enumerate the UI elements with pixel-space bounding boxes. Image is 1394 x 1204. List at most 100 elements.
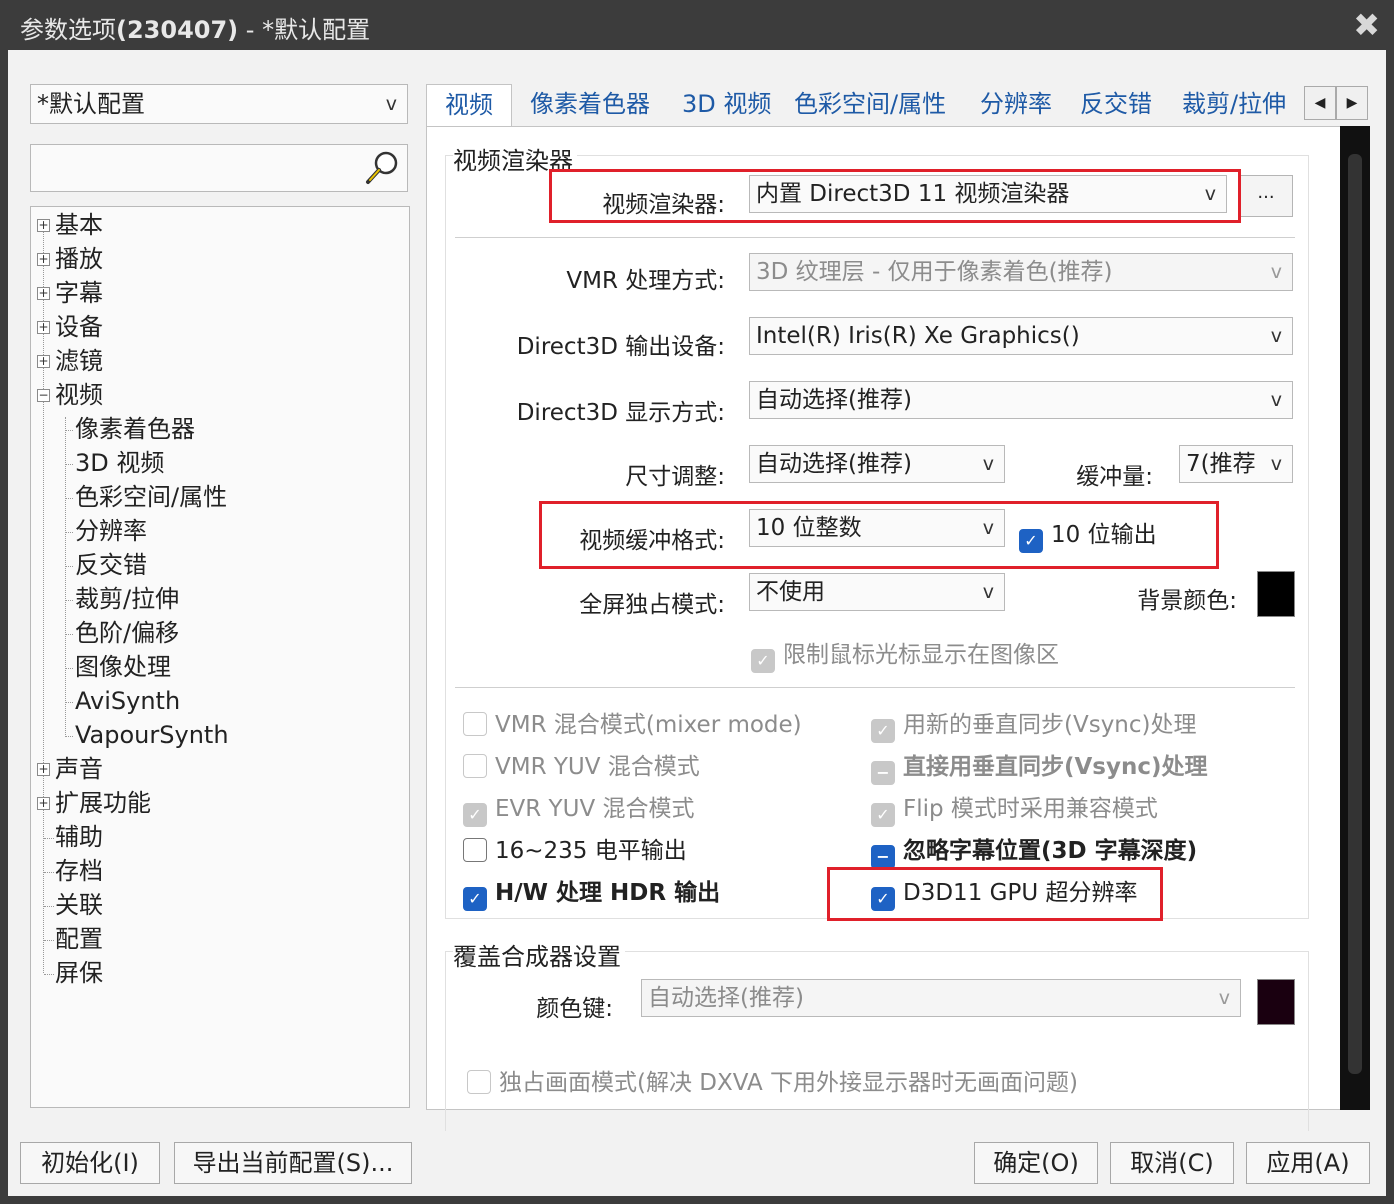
cancel-button[interactable]: 取消(C) <box>1110 1142 1234 1184</box>
option-checkbox[interactable]: VMR YUV 混合模式 <box>463 753 700 781</box>
tree-connector <box>44 974 54 975</box>
d3d-display-select[interactable]: 自动选择(推荐) v <box>749 381 1293 419</box>
highlight-box-buffer-format <box>539 501 1219 569</box>
tab-deinterlace[interactable]: 反交错 <box>1080 84 1152 128</box>
tab-pixel-shader[interactable]: 像素着色器 <box>530 84 650 128</box>
option-checkbox[interactable]: ✓ 用新的垂直同步(Vsync)处理 <box>871 711 1197 743</box>
colorkey-color-swatch[interactable] <box>1257 979 1295 1025</box>
option-label: 16~235 电平输出 <box>495 838 687 864</box>
overlay-group-title: 覆盖合成器设置 <box>453 937 625 972</box>
ok-button[interactable]: 确定(O) <box>974 1142 1098 1184</box>
tab-scroll-left-icon[interactable]: ◀ <box>1304 86 1336 120</box>
tree-item[interactable]: 滤镜 <box>55 346 103 376</box>
expand-icon[interactable]: + <box>37 797 50 810</box>
tree-connector <box>65 634 73 635</box>
vmr-mode-select[interactable]: 3D 纹理层 - 仅用于像素着色(推荐) v <box>749 253 1293 291</box>
vertical-scrollbar[interactable] <box>1340 126 1370 1110</box>
tree-item[interactable]: 设备 <box>55 312 103 342</box>
search-input[interactable] <box>30 144 408 192</box>
tree-item-label: 分辨率 <box>75 517 147 545</box>
checkbox-checked-icon: ✓ <box>463 887 487 911</box>
tree-item[interactable]: 图像处理 <box>75 652 171 682</box>
expand-icon[interactable]: + <box>37 219 50 232</box>
resize-select[interactable]: 自动选择(推荐) v <box>749 445 1005 483</box>
chevron-down-icon: v <box>982 453 994 475</box>
tree-item[interactable]: 像素着色器 <box>75 414 195 444</box>
option-checkbox[interactable]: ✓ H/W 处理 HDR 输出 <box>463 879 720 911</box>
tree-item[interactable]: 扩展功能 <box>55 788 151 818</box>
tree-item[interactable]: 裁剪/拉伸 <box>75 584 179 614</box>
tree-item[interactable]: 关联 <box>55 890 103 920</box>
tab-video[interactable]: 视频 <box>426 84 512 130</box>
tab-resolution[interactable]: 分辨率 <box>980 84 1052 128</box>
expand-icon[interactable]: + <box>37 355 50 368</box>
tree-item[interactable]: 视频 <box>55 380 103 410</box>
tree-item[interactable]: VapourSynth <box>75 720 229 750</box>
tree-item[interactable]: AviSynth <box>75 686 180 716</box>
tree-item-label: 关联 <box>55 891 103 919</box>
expand-icon[interactable]: + <box>37 321 50 334</box>
fullscreen-mode-select[interactable]: 不使用 v <box>749 573 1005 611</box>
tree-item[interactable]: 屏保 <box>55 958 103 988</box>
expand-icon[interactable]: + <box>37 287 50 300</box>
background-color-swatch[interactable] <box>1257 571 1295 617</box>
option-checkbox[interactable]: − 直接用垂直同步(Vsync)处理 <box>871 753 1208 785</box>
checkbox-unchecked-icon <box>463 754 487 778</box>
vmr-mode-label: VMR 处理方式: <box>566 268 725 294</box>
search-icon[interactable] <box>363 149 401 187</box>
tree-item[interactable]: 分辨率 <box>75 516 147 546</box>
tree-item-label: 扩展功能 <box>55 789 151 817</box>
expand-icon[interactable]: + <box>37 763 50 776</box>
tree-item[interactable]: 声音 <box>55 754 103 784</box>
apply-button[interactable]: 应用(A) <box>1246 1142 1370 1184</box>
buffer-select[interactable]: 7(推荐 v <box>1179 445 1293 483</box>
overlay-groupbox <box>445 951 1309 1131</box>
collapse-icon[interactable]: − <box>37 389 50 402</box>
background-color-label: 背景颜色: <box>1137 588 1237 614</box>
colorkey-select[interactable]: 自动选择(推荐) v <box>641 979 1241 1017</box>
tree-connector <box>65 566 73 567</box>
limit-cursor-checkbox[interactable]: ✓ 限制鼠标光标显示在图像区 <box>751 641 1059 673</box>
d3d-device-select[interactable]: Intel(R) Iris(R) Xe Graphics() v <box>749 317 1293 355</box>
tree-connector <box>44 838 54 839</box>
option-checkbox[interactable]: 16~235 电平输出 <box>463 837 687 865</box>
renderer-settings-button[interactable]: ... <box>1239 175 1293 217</box>
tree-item[interactable]: 色阶/偏移 <box>75 618 179 648</box>
tree-item[interactable]: 色彩空间/属性 <box>75 482 227 512</box>
option-label: Flip 模式时采用兼容模式 <box>903 796 1158 822</box>
tree-item[interactable]: 反交错 <box>75 550 147 580</box>
checkbox-unchecked-icon <box>467 1070 491 1094</box>
tree-item[interactable]: 配置 <box>55 924 103 954</box>
tab-color-space[interactable]: 色彩空间/属性 <box>794 84 946 128</box>
tree-item[interactable]: 字幕 <box>55 278 103 308</box>
tree-connector <box>65 600 73 601</box>
scrollbar-thumb[interactable] <box>1348 154 1362 1074</box>
option-checkbox[interactable]: VMR 混合模式(mixer mode) <box>463 711 802 739</box>
export-config-button[interactable]: 导出当前配置(S)... <box>174 1142 412 1184</box>
tree-item-label: 色阶/偏移 <box>75 619 180 647</box>
checkbox-checked-icon: ✓ <box>871 803 895 827</box>
resize-label: 尺寸调整: <box>625 464 725 490</box>
expand-icon[interactable]: + <box>37 253 50 266</box>
tree-item[interactable]: 播放 <box>55 244 103 274</box>
tab-crop-stretch[interactable]: 裁剪/拉伸 <box>1182 84 1286 128</box>
option-checkbox[interactable]: − 忽略字幕位置(3D 字幕深度) <box>871 837 1197 869</box>
profile-select[interactable]: *默认配置 v <box>30 84 408 124</box>
option-checkbox[interactable]: ✓ Flip 模式时采用兼容模式 <box>871 795 1158 827</box>
d3d-display-label: Direct3D 显示方式: <box>516 400 725 426</box>
tree-item[interactable]: 基本 <box>55 210 103 240</box>
tree-item[interactable]: 辅助 <box>55 822 103 852</box>
option-label: VMR 混合模式(mixer mode) <box>495 712 802 738</box>
tree-guide-line <box>43 223 44 973</box>
option-checkbox[interactable]: ✓ EVR YUV 混合模式 <box>463 795 695 827</box>
tab-scroll-right-icon[interactable]: ▶ <box>1336 86 1368 120</box>
tree-item-label: 3D 视频 <box>75 449 165 477</box>
exclusive-mode-checkbox[interactable]: 独占画面模式(解决 DXVA 下用外接显示器时无画面问题) <box>467 1069 1078 1097</box>
tab-3d-video[interactable]: 3D 视频 <box>682 84 771 128</box>
video-tab-panel: 视频渲染器 视频渲染器: 内置 Direct3D 11 视频渲染器 v ... … <box>426 126 1370 1131</box>
tree-item[interactable]: 3D 视频 <box>75 448 164 478</box>
init-button[interactable]: 初始化(I) <box>20 1142 160 1184</box>
tree-item[interactable]: 存档 <box>55 856 103 886</box>
chevron-down-icon: v <box>1270 389 1282 411</box>
close-icon[interactable]: ✖ <box>1353 6 1380 44</box>
